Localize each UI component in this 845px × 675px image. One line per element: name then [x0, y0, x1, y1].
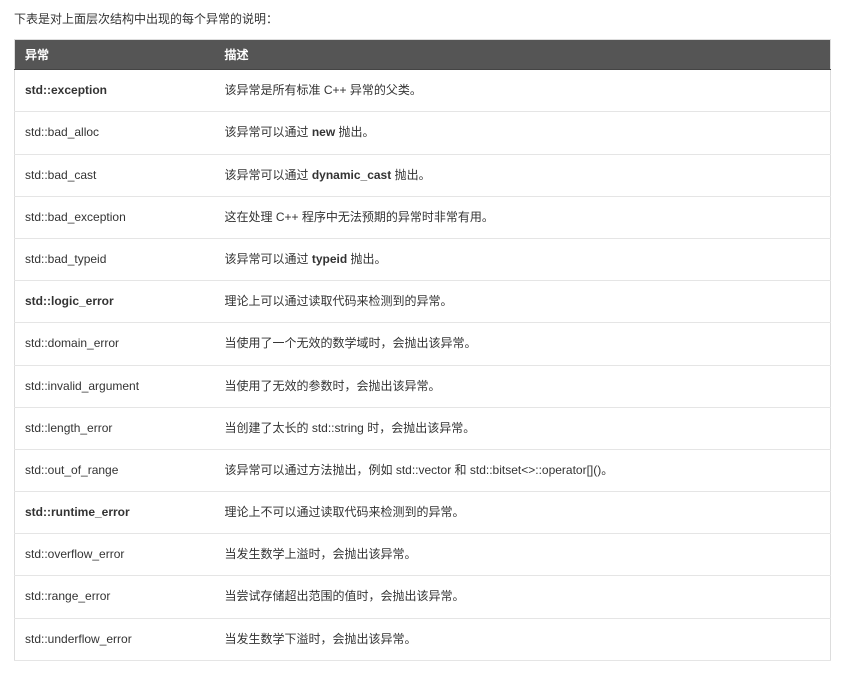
desc-segment: 抛出。 [347, 252, 386, 266]
desc-segment: 该异常可以通过 [225, 125, 312, 139]
exception-name: std::bad_typeid [15, 238, 215, 280]
desc-segment: new [312, 125, 335, 139]
table-row: std::domain_error 当使用了一个无效的数学域时，会抛出该异常。 [15, 323, 831, 365]
desc-segment: dynamic_cast [312, 168, 391, 182]
exception-description: 当发生数学上溢时，会抛出该异常。 [215, 534, 831, 576]
exception-name: std::length_error [15, 407, 215, 449]
exception-description: 理论上可以通过读取代码来检测到的异常。 [215, 281, 831, 323]
exception-table: 异常 描述 std::exception该异常是所有标准 C++ 异常的父类。s… [14, 39, 831, 661]
table-row: std::bad_exception 这在处理 C++ 程序中无法预期的异常时非常… [15, 196, 831, 238]
desc-segment: 该异常可以通过方法抛出，例如 std::vector 和 std::bitset… [225, 463, 614, 477]
intro-text: 下表是对上面层次结构中出现的每个异常的说明： [14, 10, 831, 29]
exception-description: 该异常可以通过 new 抛出。 [215, 112, 831, 154]
exception-description: 当使用了无效的参数时，会抛出该异常。 [215, 365, 831, 407]
table-row: std::bad_alloc该异常可以通过 new 抛出。 [15, 112, 831, 154]
exception-name: std::underflow_error [15, 618, 215, 660]
table-row: std::bad_typeid该异常可以通过 typeid 抛出。 [15, 238, 831, 280]
table-row: std::range_error 当尝试存储超出范围的值时，会抛出该异常。 [15, 576, 831, 618]
desc-segment: 理论上可以通过读取代码来检测到的异常。 [225, 294, 453, 308]
exception-description: 该异常可以通过 typeid 抛出。 [215, 238, 831, 280]
exception-description: 理论上不可以通过读取代码来检测到的异常。 [215, 492, 831, 534]
exception-name: std::overflow_error [15, 534, 215, 576]
desc-segment: 当创建了太长的 std::string 时，会抛出该异常。 [225, 421, 476, 435]
desc-segment: 当使用了无效的参数时，会抛出该异常。 [225, 379, 441, 393]
desc-segment: 该异常可以通过 [225, 252, 312, 266]
table-row: std::logic_error 理论上可以通过读取代码来检测到的异常。 [15, 281, 831, 323]
exception-description: 当发生数学下溢时，会抛出该异常。 [215, 618, 831, 660]
table-row: std::bad_cast该异常可以通过 dynamic_cast 抛出。 [15, 154, 831, 196]
exception-description: 当创建了太长的 std::string 时，会抛出该异常。 [215, 407, 831, 449]
desc-segment: typeid [312, 252, 347, 266]
table-row: std::exception 该异常是所有标准 C++ 异常的父类。 [15, 70, 831, 112]
table-body: std::exception 该异常是所有标准 C++ 异常的父类。std::ba… [15, 70, 831, 661]
exception-name: std::bad_alloc [15, 112, 215, 154]
desc-segment: 抛出。 [391, 168, 430, 182]
exception-name: std::exception [15, 70, 215, 112]
exception-name: std::out_of_range [15, 449, 215, 491]
desc-segment: 抛出。 [335, 125, 374, 139]
desc-segment: 当尝试存储超出范围的值时，会抛出该异常。 [225, 589, 465, 603]
header-description: 描述 [215, 40, 831, 70]
exception-description: 这在处理 C++ 程序中无法预期的异常时非常有用。 [215, 196, 831, 238]
header-exception: 异常 [15, 40, 215, 70]
exception-description: 当使用了一个无效的数学域时，会抛出该异常。 [215, 323, 831, 365]
exception-name: std::logic_error [15, 281, 215, 323]
exception-description: 该异常是所有标准 C++ 异常的父类。 [215, 70, 831, 112]
exception-name: std::runtime_error [15, 492, 215, 534]
table-row: std::runtime_error 理论上不可以通过读取代码来检测到的异常。 [15, 492, 831, 534]
desc-segment: 理论上不可以通过读取代码来检测到的异常。 [225, 505, 465, 519]
desc-segment: 该异常是所有标准 C++ 异常的父类。 [225, 83, 422, 97]
table-row: std::underflow_error 当发生数学下溢时，会抛出该异常。 [15, 618, 831, 660]
desc-segment: 当使用了一个无效的数学域时，会抛出该异常。 [225, 336, 477, 350]
desc-segment: 当发生数学上溢时，会抛出该异常。 [225, 547, 417, 561]
desc-segment: 这在处理 C++ 程序中无法预期的异常时非常有用。 [225, 210, 494, 224]
exception-name: std::invalid_argument [15, 365, 215, 407]
table-row: std::length_error 当创建了太长的 std::string 时，会… [15, 407, 831, 449]
desc-segment: 当发生数学下溢时，会抛出该异常。 [225, 632, 417, 646]
table-header-row: 异常 描述 [15, 40, 831, 70]
exception-name: std::domain_error [15, 323, 215, 365]
exception-name: std::bad_cast [15, 154, 215, 196]
exception-description: 该异常可以通过方法抛出，例如 std::vector 和 std::bitset… [215, 449, 831, 491]
exception-description: 该异常可以通过 dynamic_cast 抛出。 [215, 154, 831, 196]
exception-name: std::range_error [15, 576, 215, 618]
desc-segment: 该异常可以通过 [225, 168, 312, 182]
table-row: std::invalid_argument 当使用了无效的参数时，会抛出该异常。 [15, 365, 831, 407]
table-row: std::overflow_error 当发生数学上溢时，会抛出该异常。 [15, 534, 831, 576]
exception-description: 当尝试存储超出范围的值时，会抛出该异常。 [215, 576, 831, 618]
table-row: std::out_of_range 该异常可以通过方法抛出，例如 std::vec… [15, 449, 831, 491]
exception-name: std::bad_exception [15, 196, 215, 238]
